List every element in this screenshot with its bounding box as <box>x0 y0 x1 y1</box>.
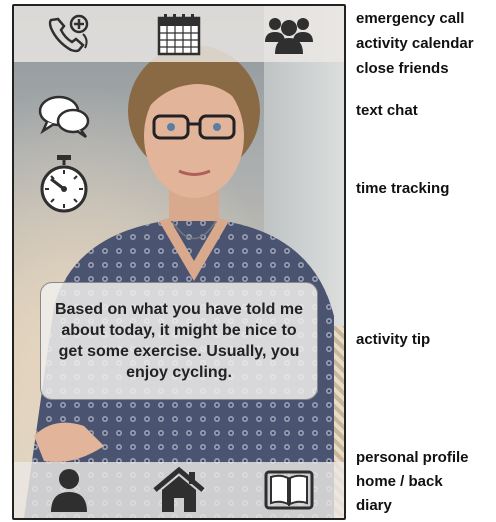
book-icon <box>264 470 314 510</box>
label-close-friends: close friends <box>356 60 449 77</box>
label-home-back: home / back <box>356 473 443 490</box>
chat-bubbles-icon <box>38 95 90 139</box>
phone-frame: Based on what you have told me about tod… <box>12 4 346 520</box>
emergency-call-button[interactable] <box>39 10 99 58</box>
activity-tip-bubble: Based on what you have told me about tod… <box>40 282 318 400</box>
diary-button[interactable] <box>259 466 319 514</box>
activity-tip-text: Based on what you have told me about tod… <box>54 301 304 381</box>
text-chat-button[interactable] <box>36 88 92 144</box>
stopwatch-icon <box>40 155 88 213</box>
label-text-chat: text chat <box>356 102 418 119</box>
label-activity-tip: activity tip <box>356 331 431 348</box>
calendar-icon <box>157 14 201 56</box>
app-screen: Based on what you have told me about tod… <box>14 6 344 518</box>
label-time-tracking: time tracking <box>356 180 450 197</box>
home-icon <box>153 466 205 512</box>
group-icon <box>265 18 313 54</box>
top-toolbar <box>14 6 344 62</box>
label-diary: diary <box>356 497 392 514</box>
personal-profile-button[interactable] <box>39 466 99 514</box>
assistant-avatar <box>24 45 334 518</box>
label-emergency-call: emergency call <box>356 10 465 27</box>
person-icon <box>51 469 87 512</box>
label-activity-calendar: activity calendar <box>356 35 474 52</box>
phone-plus-icon <box>48 14 89 53</box>
bottom-toolbar <box>14 462 344 518</box>
close-friends-button[interactable] <box>259 10 319 58</box>
home-back-button[interactable] <box>149 466 209 514</box>
label-personal-profile: personal profile <box>356 449 469 466</box>
activity-calendar-button[interactable] <box>149 10 209 58</box>
time-tracking-button[interactable] <box>36 155 92 213</box>
